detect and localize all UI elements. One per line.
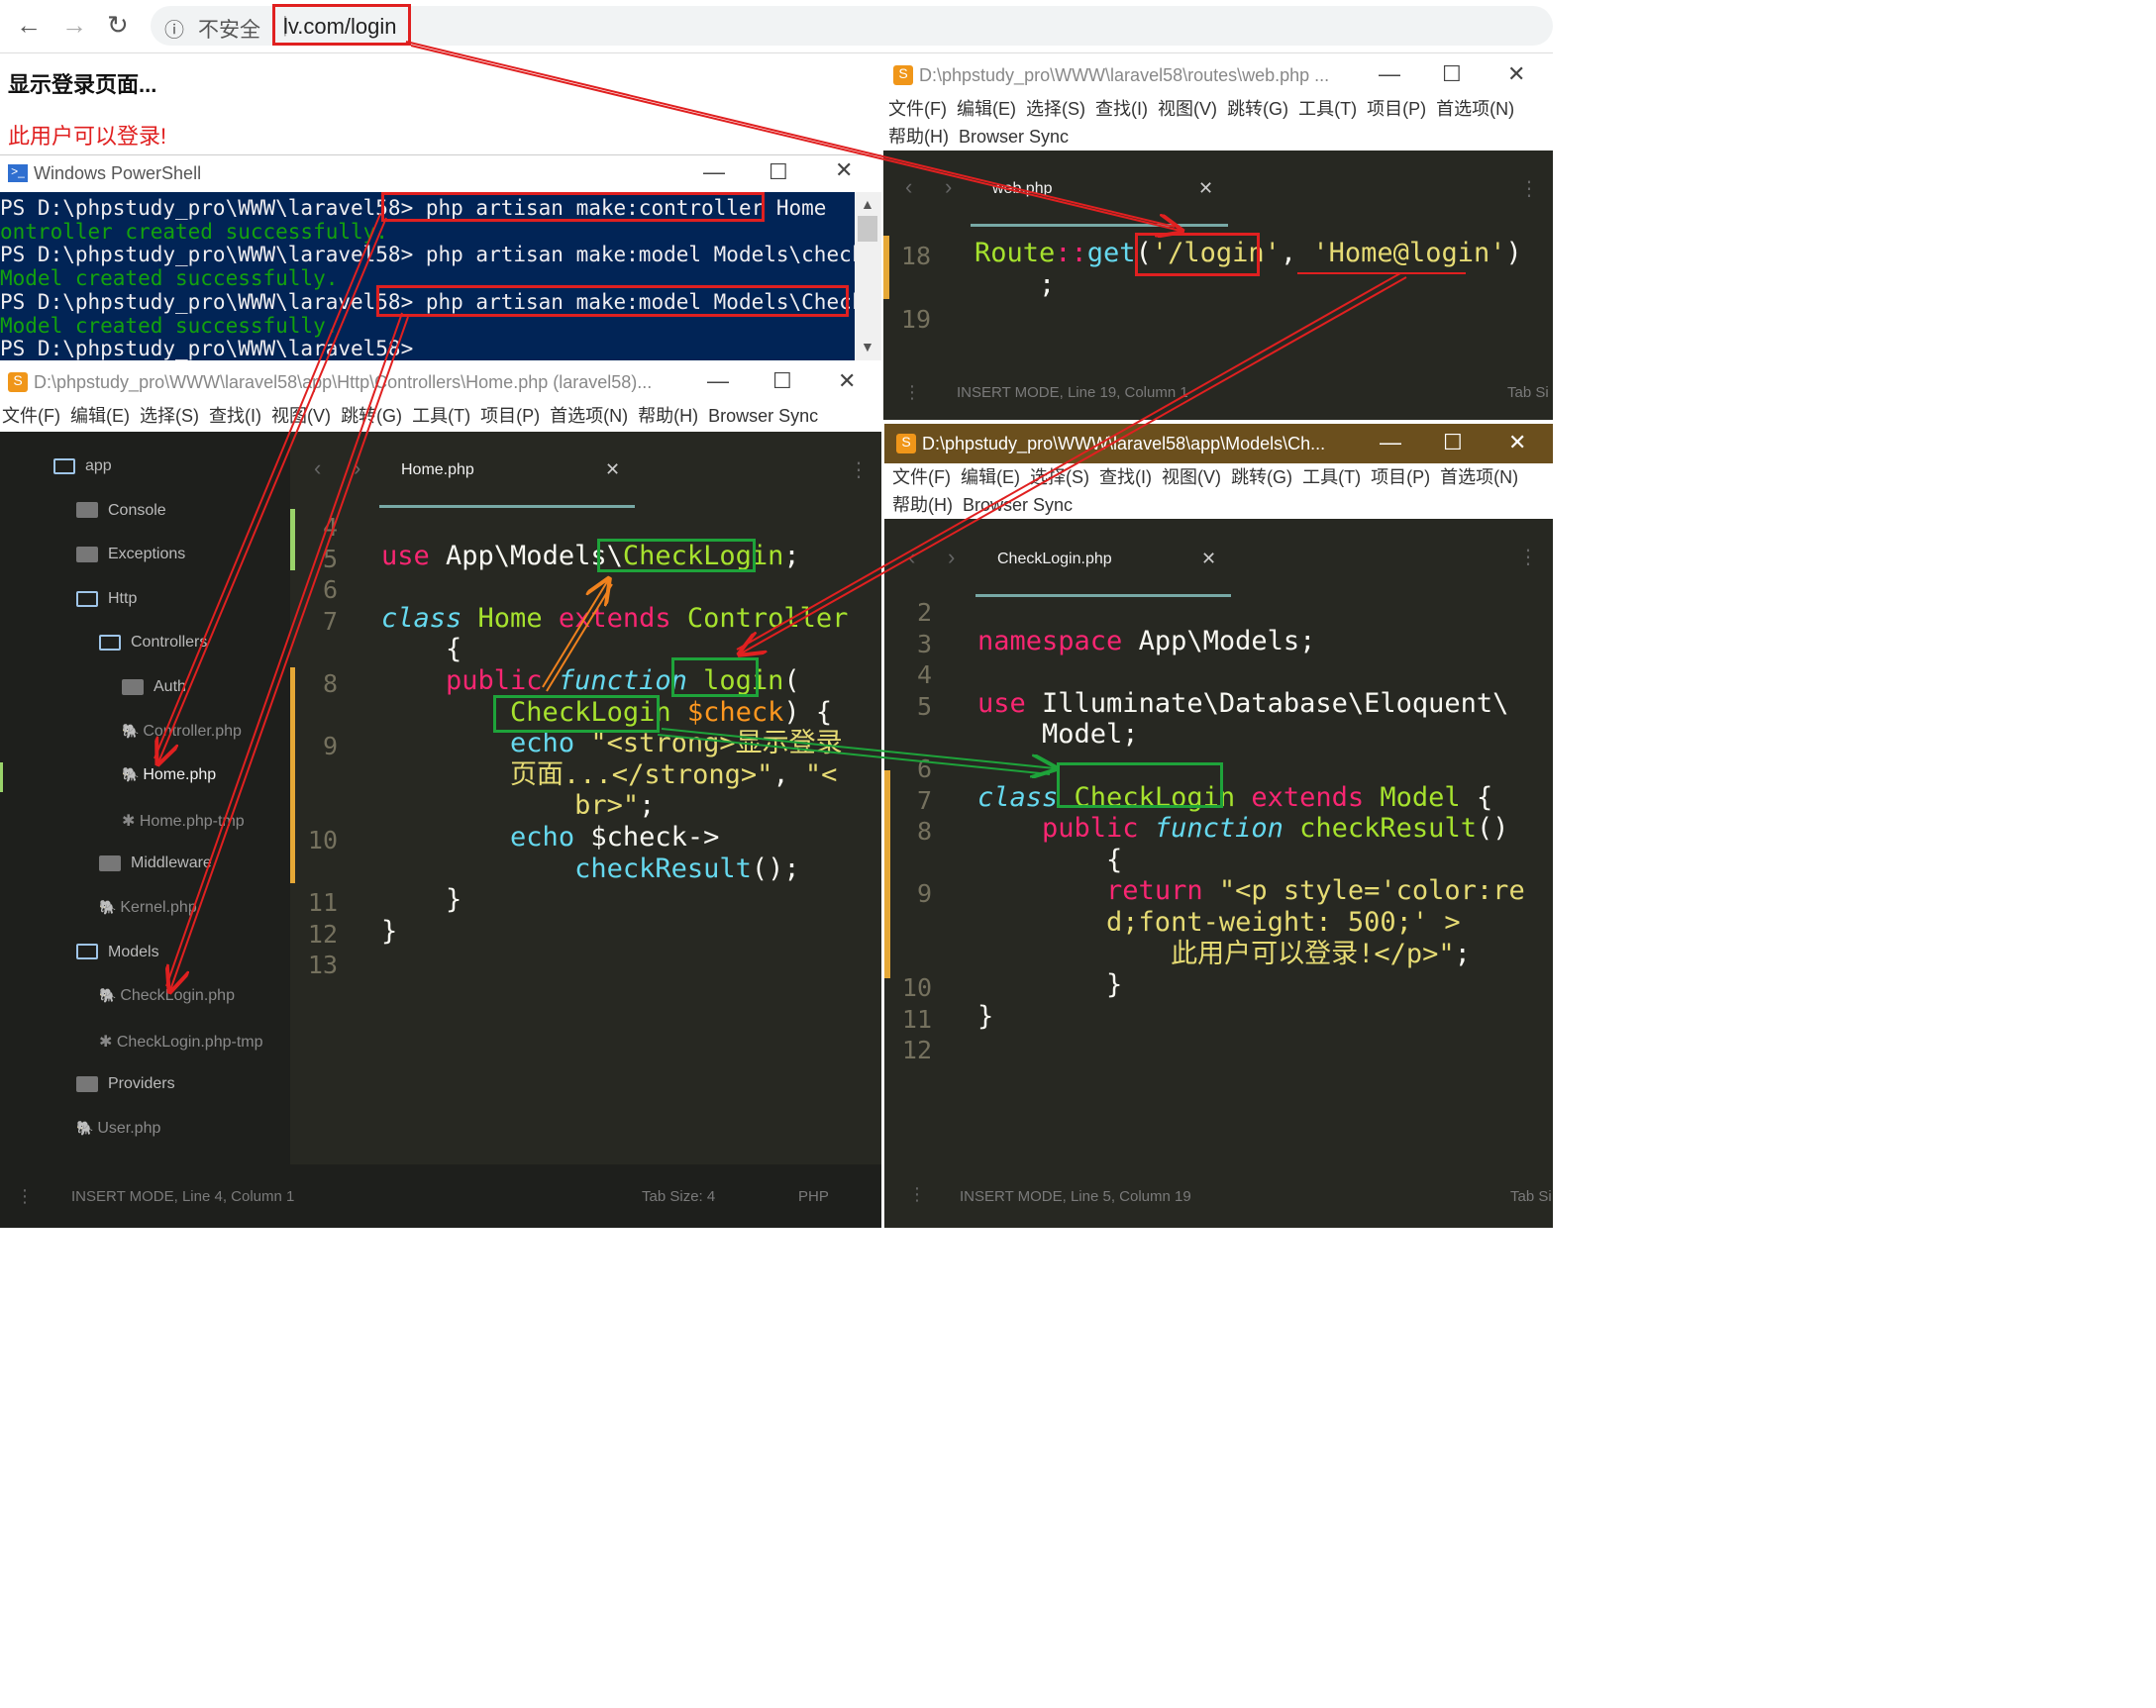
arrow-cmd-to-checklogin xyxy=(170,316,409,990)
arrow-cmd-to-home-b xyxy=(154,213,381,759)
arrow-url-to-route-b xyxy=(405,41,1176,228)
arrow-route-to-login xyxy=(741,276,1407,653)
arrow-route-to-login-b xyxy=(736,272,1401,651)
arrow-cmd-to-checklogin-b xyxy=(165,312,403,987)
arrow-param-to-use xyxy=(542,580,608,688)
arrow-param-to-class xyxy=(661,728,1055,768)
annotation-arrows xyxy=(154,41,1466,1228)
arrow-param-to-class-b xyxy=(657,734,1051,775)
arrow-param-to-use-b xyxy=(546,583,613,692)
arrow-url-to-route xyxy=(410,45,1181,231)
